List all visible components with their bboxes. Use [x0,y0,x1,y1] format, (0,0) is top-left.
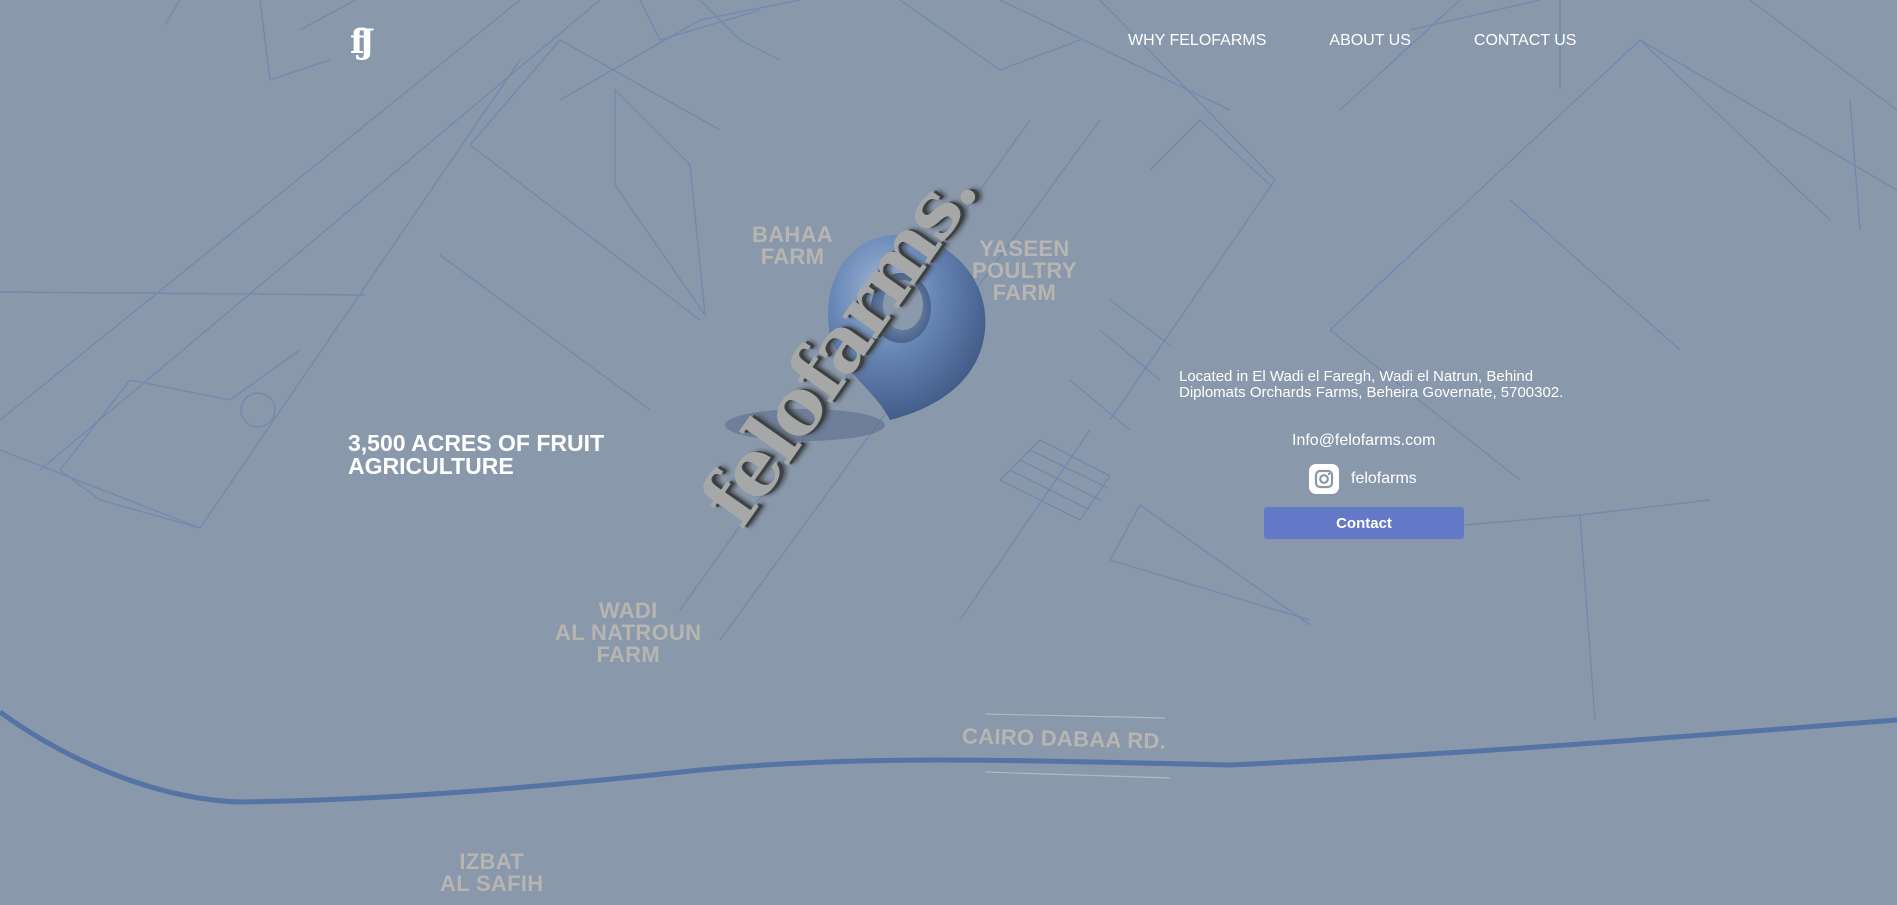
contact-button[interactable]: Contact [1264,507,1464,539]
instagram-link[interactable]: felofarms [1309,464,1417,494]
map-label-cairo-dabaa-rd: CAIRO DABAA RD. [961,723,1167,754]
hero-tagline: 3,500 ACRES OF FRUIT AGRICULTURE [348,430,605,479]
main-nav: WHY FELOFARMS ABOUT US CONTACT US [1128,32,1576,50]
instagram-handle: felofarms [1351,470,1417,487]
instagram-icon [1309,464,1339,494]
address-text: Located in El Wadi el Faregh, Wadi el Na… [1179,368,1564,401]
map-label-wadi-al-natroun-farm: WADI AL NATROUN FARM [555,598,702,667]
map-label-izbat-al-safih: IZBAT AL SAFIH [440,849,544,896]
nav-why-felofarms[interactable]: WHY FELOFARMS [1128,32,1266,50]
nav-about-us[interactable]: ABOUT US [1329,32,1411,50]
email-link[interactable]: Info@felofarms.com [1292,432,1435,450]
nav-contact-us[interactable]: CONTACT US [1474,32,1577,50]
brand-logo[interactable]: fJ [350,22,396,62]
